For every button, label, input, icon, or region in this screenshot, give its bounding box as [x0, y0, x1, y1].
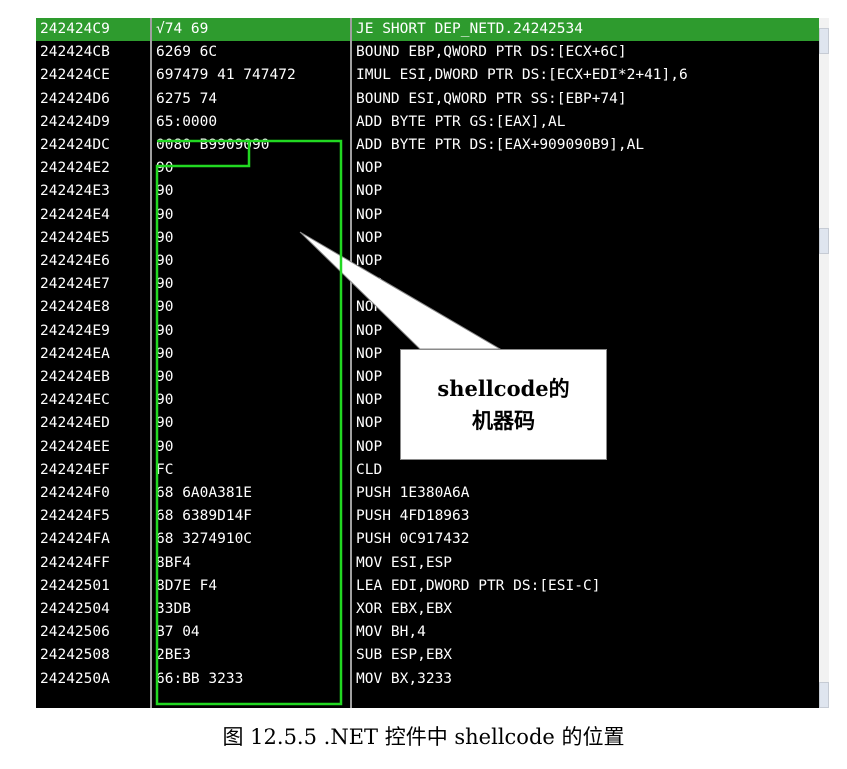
- callout-pointer: [299, 231, 502, 350]
- figure-caption: 图 12.5.5 .NET 控件中 shellcode 的位置: [222, 725, 625, 749]
- shellcode-highlight-box: [155, 139, 343, 706]
- callout-line-2: 机器码: [472, 407, 535, 433]
- callout-line-1: shellcode的: [437, 375, 570, 401]
- shellcode-callout: shellcode的 机器码: [400, 349, 607, 460]
